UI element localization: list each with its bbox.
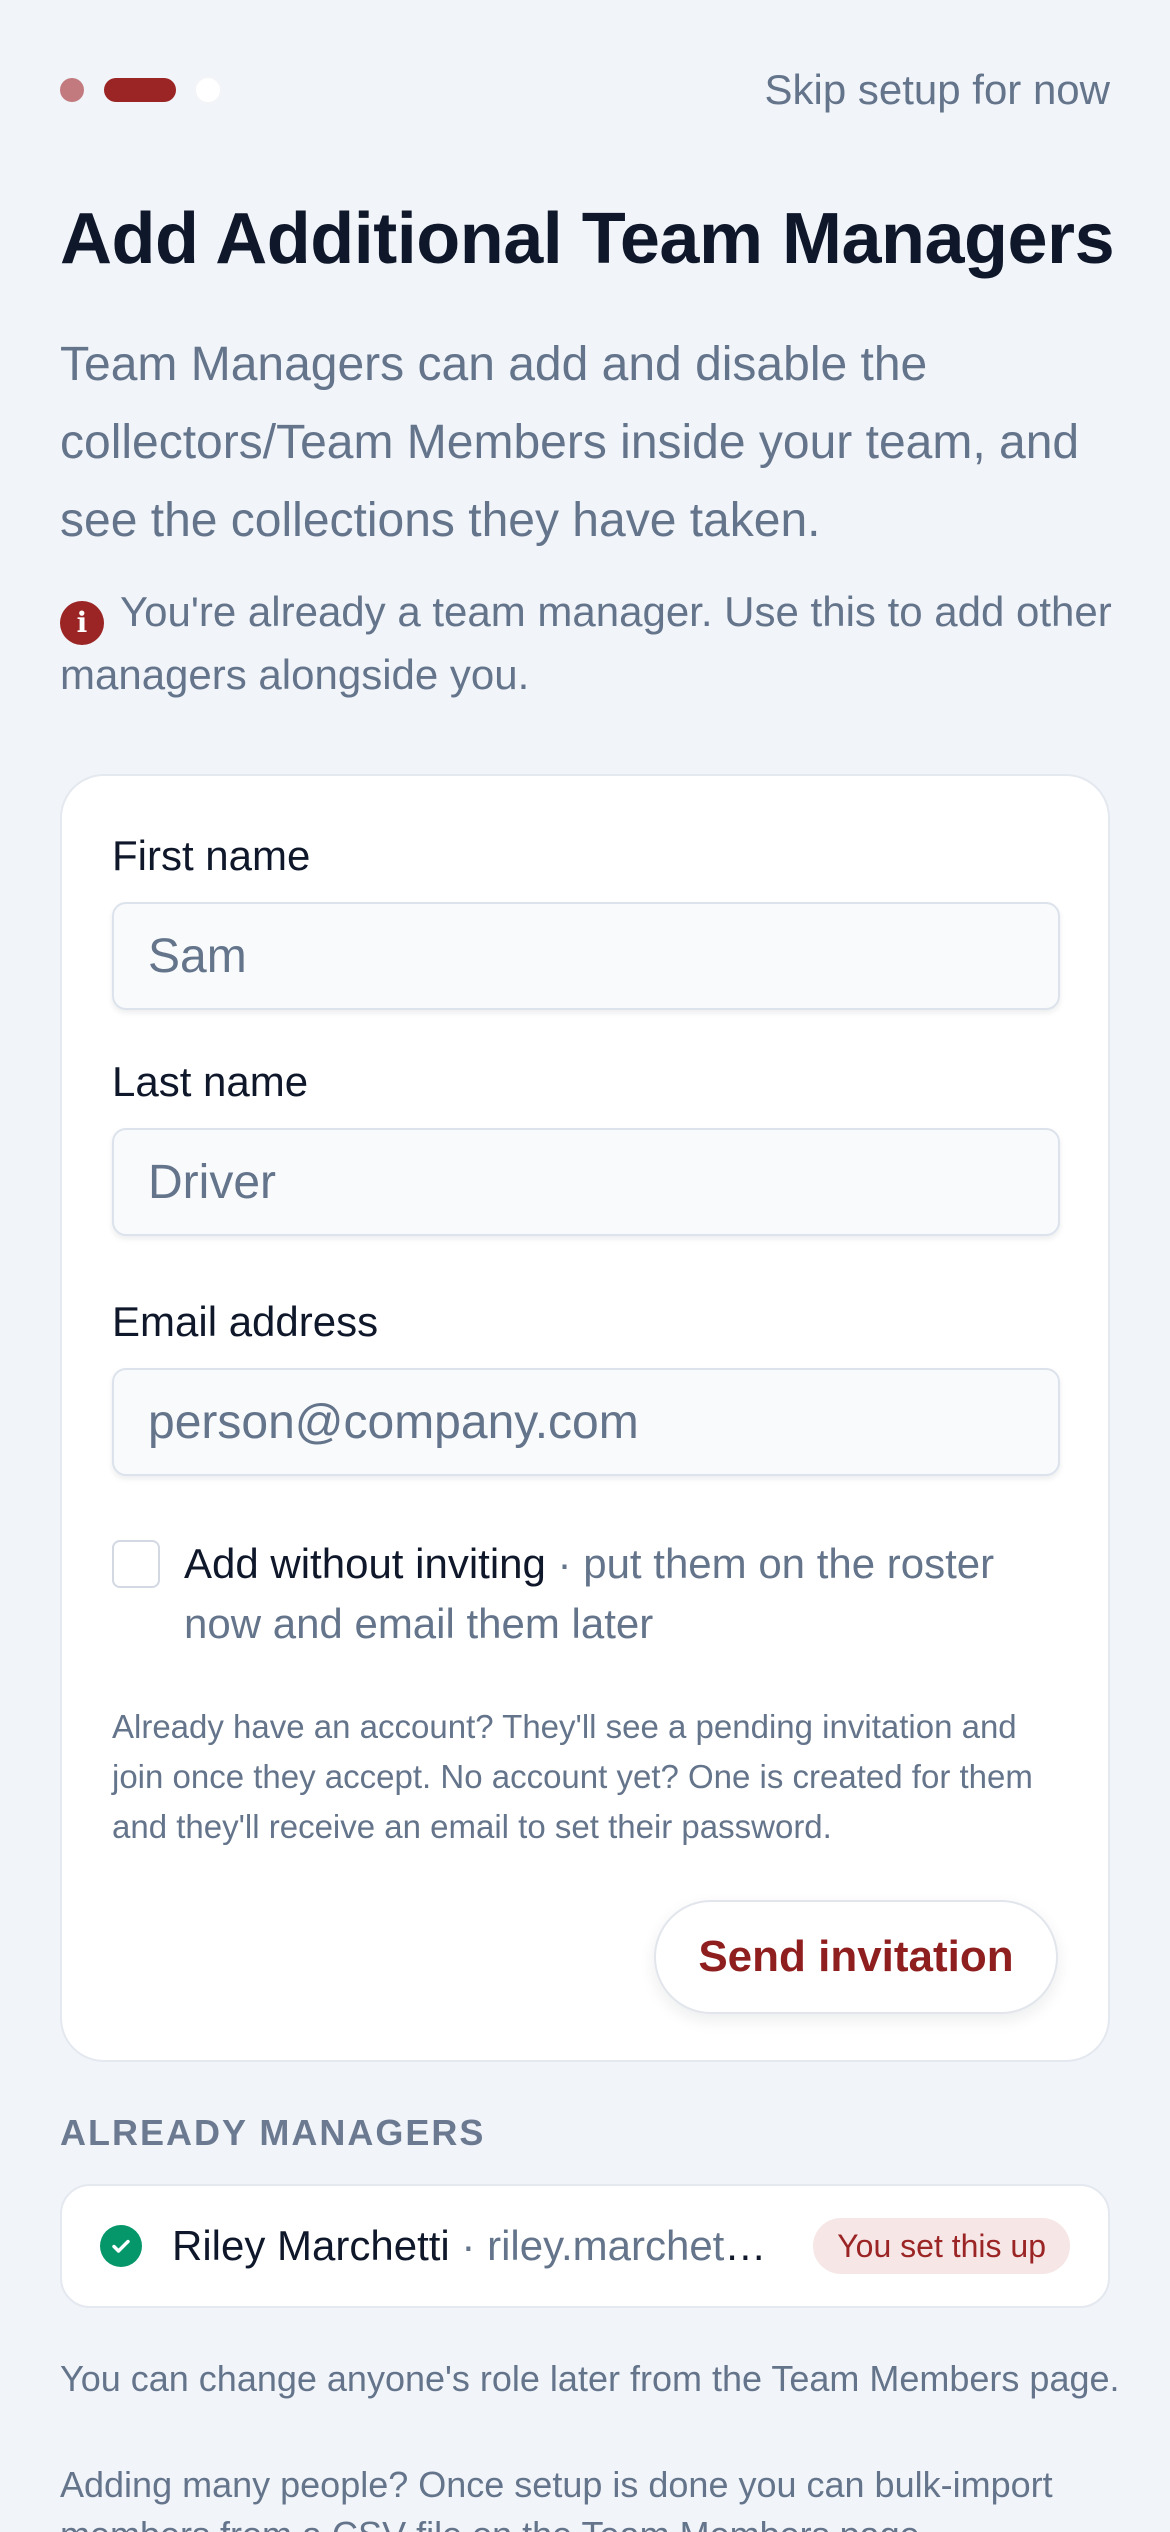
manager-notice: i You're already a team manager. Use this… <box>60 582 1120 705</box>
manager-info: Riley Marchetti · riley.marchetti@compan… <box>172 2222 773 2270</box>
first-name-field[interactable]: Sam <box>112 902 1060 1010</box>
manager-list-item: Riley Marchetti · riley.marchetti@compan… <box>60 2184 1110 2308</box>
setup-page: Skip setup for now Add Additional Team M… <box>0 0 1170 2532</box>
skip-setup-link[interactable]: Skip setup for now <box>764 66 1110 114</box>
invitation-help-text: Already have an account? They'll see a p… <box>112 1708 1033 1845</box>
check-circle-icon <box>100 2225 142 2267</box>
step-dot-upcoming <box>196 78 220 102</box>
step-dot-current <box>104 78 176 102</box>
page-title: Add Additional Team Managers <box>60 199 1115 279</box>
first-name-label: First name <box>112 832 311 879</box>
email-label: Email address <box>112 1298 379 1345</box>
invite-form-card: First name Sam Last name Driver Email ad… <box>60 774 1110 2062</box>
email-field[interactable]: person@company.com <box>112 1368 1060 1476</box>
option-separator: · <box>545 1540 584 1587</box>
manager-name: Riley Marchetti <box>172 2222 450 2269</box>
last-name-label: Last name <box>112 1058 309 1105</box>
add-without-inviting-label: Add without inviting <box>184 1540 546 1587</box>
already-managers-heading: ALREADY MANAGERS <box>60 2112 486 2153</box>
add-without-inviting-text: Add without inviting · put them on the r… <box>184 1534 1060 1654</box>
top-bar: Skip setup for now <box>60 62 1110 118</box>
last-name-field[interactable]: Driver <box>112 1128 1060 1236</box>
role-change-note: You can change anyone's role later from … <box>60 2358 1120 2399</box>
add-without-inviting-checkbox[interactable] <box>112 1540 160 1588</box>
step-indicator <box>60 78 220 102</box>
manager-email: riley.marchetti@company.com <box>487 2222 773 2269</box>
send-invitation-button[interactable]: Send invitation <box>654 1900 1058 2014</box>
intro-text: Team Managers can add and disable the co… <box>60 338 1080 547</box>
setup-owner-badge: You set this up <box>813 2218 1070 2274</box>
add-without-inviting-option[interactable]: Add without inviting · put them on the r… <box>112 1534 1060 1654</box>
step-dot-completed <box>60 78 84 102</box>
manager-separator: · <box>449 2222 488 2269</box>
bulk-import-note: Adding many people? Once setup is done y… <box>60 2464 1053 2532</box>
notice-text: You're already a team manager. Use this … <box>60 588 1112 698</box>
info-icon: i <box>60 601 104 645</box>
